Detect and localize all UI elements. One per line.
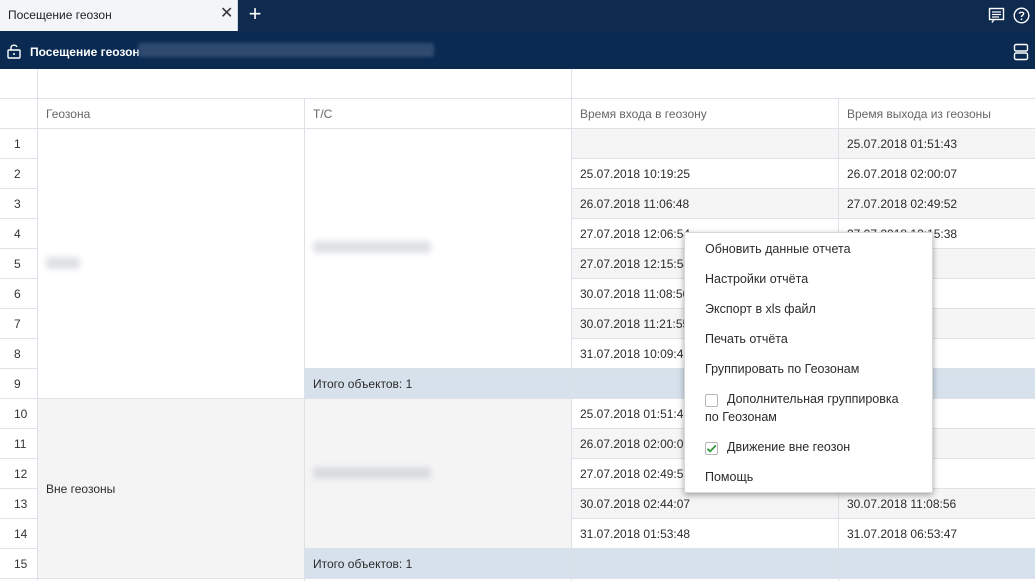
menu-item-extra-group-line2[interactable]: по Геозонам xyxy=(685,410,934,424)
help-icon[interactable] xyxy=(1013,7,1030,24)
entry-time-cell: 30.07.2018 11:08:56 xyxy=(580,287,690,301)
entry-time-cell: 26.07.2018 02:00:07 xyxy=(580,437,691,451)
grid-line xyxy=(37,69,38,581)
row-number[interactable]: 8 xyxy=(0,339,37,369)
group-label-outside: Вне геозоны xyxy=(46,482,116,496)
report-title: Посещение геозон xyxy=(30,45,140,59)
row-number[interactable]: 10 xyxy=(0,399,37,429)
unlock-icon[interactable] xyxy=(7,43,21,59)
report-header: Посещение геозон xyxy=(0,31,1035,69)
row-number[interactable]: 4 xyxy=(0,219,37,249)
grid-line xyxy=(304,98,305,581)
close-icon[interactable]: ✕ xyxy=(220,6,233,22)
entry-time-cell: 27.07.2018 12:06:54 xyxy=(580,227,691,241)
layout-icon[interactable] xyxy=(1013,43,1029,61)
entry-time-cell: 25.07.2018 10:19:25 xyxy=(580,167,691,181)
exit-time-cell: 25.07.2018 01:51:43 xyxy=(847,137,958,151)
entry-time-cell xyxy=(572,549,580,579)
chat-icon[interactable] xyxy=(988,7,1005,24)
menu-item-print[interactable]: Печать отчёта xyxy=(685,332,934,346)
entry-time-cell: 25.07.2018 01:51:43 xyxy=(580,407,691,421)
add-tab-icon[interactable]: + xyxy=(245,3,265,25)
report-subtitle-redacted xyxy=(138,43,434,57)
vehicle-name-redacted xyxy=(313,241,431,253)
entry-time-cell: 30.07.2018 11:21:55 xyxy=(580,317,690,331)
row-number[interactable]: 1 xyxy=(0,129,37,159)
menu-item-extra-group-line1[interactable]: Дополнительная группировка xyxy=(685,392,934,406)
menu-item-settings[interactable]: Настройки отчёта xyxy=(685,272,934,286)
entry-time-cell: 27.07.2018 12:15:54 xyxy=(580,257,691,271)
total-objects: Итого объектов: 1 xyxy=(313,557,413,571)
row-number[interactable]: 15 xyxy=(0,549,37,579)
entry-time-cell xyxy=(572,129,580,159)
context-menu: Обновить данные отчета Настройки отчёта … xyxy=(684,232,933,493)
row-number[interactable]: 14 xyxy=(0,519,37,549)
header-geozone[interactable]: Геозона xyxy=(38,99,90,129)
row-number[interactable]: 12 xyxy=(0,459,37,489)
row-number[interactable]: 11 xyxy=(0,429,37,459)
vehicle-name-redacted xyxy=(313,467,431,479)
exit-time-cell: 27.07.2018 02:49:52 xyxy=(847,197,958,211)
row-number[interactable]: 9 xyxy=(0,369,37,399)
entry-time-cell: 27.07.2018 02:49:52 xyxy=(580,467,691,481)
entry-time-cell: 30.07.2018 02:44:07 xyxy=(580,497,691,511)
header-entry-time[interactable]: Время входа в геозону xyxy=(572,99,707,129)
tab-title: Посещение геозон xyxy=(8,8,112,22)
menu-item-group-by-geozone[interactable]: Группировать по Геозонам xyxy=(685,362,934,376)
total-row-bg xyxy=(305,549,1035,579)
header-exit-time[interactable]: Время выхода из геозоны xyxy=(839,99,991,129)
row-number[interactable]: 2 xyxy=(0,159,37,189)
exit-time-cell: 31.07.2018 06:53:47 xyxy=(847,527,958,541)
exit-time-cell: 30.07.2018 11:08:56 xyxy=(847,497,957,511)
menu-item-outside-move[interactable]: Движение вне геозон xyxy=(685,440,934,454)
header-vehicle[interactable]: Т/С xyxy=(305,99,332,129)
row-number[interactable]: 3 xyxy=(0,189,37,219)
row-number[interactable]: 13 xyxy=(0,489,37,519)
exit-time-cell xyxy=(839,549,847,579)
exit-time-cell: 26.07.2018 02:00:07 xyxy=(847,167,958,181)
total-objects: Итого объектов: 1 xyxy=(313,377,413,391)
entry-time-cell xyxy=(572,369,580,399)
tab-geozone-visits[interactable]: Посещение геозон ✕ xyxy=(0,0,238,31)
geozone-name-redacted xyxy=(46,257,80,269)
row-stripe xyxy=(572,129,1035,159)
row-number[interactable]: 6 xyxy=(0,279,37,309)
row-number[interactable]: 7 xyxy=(0,309,37,339)
grid-line xyxy=(0,578,1035,579)
entry-time-cell: 26.07.2018 11:06:48 xyxy=(580,197,690,211)
row-number[interactable]: 5 xyxy=(0,249,37,279)
entry-time-cell: 31.07.2018 10:09:41 xyxy=(580,347,691,361)
menu-item-refresh[interactable]: Обновить данные отчета xyxy=(685,242,934,256)
menu-item-help[interactable]: Помощь xyxy=(685,470,934,484)
entry-time-cell: 31.07.2018 01:53:48 xyxy=(580,527,691,541)
tab-bar: Посещение геозон ✕ + xyxy=(0,0,1035,31)
menu-item-export-xls[interactable]: Экспорт в xls файл xyxy=(685,302,934,316)
